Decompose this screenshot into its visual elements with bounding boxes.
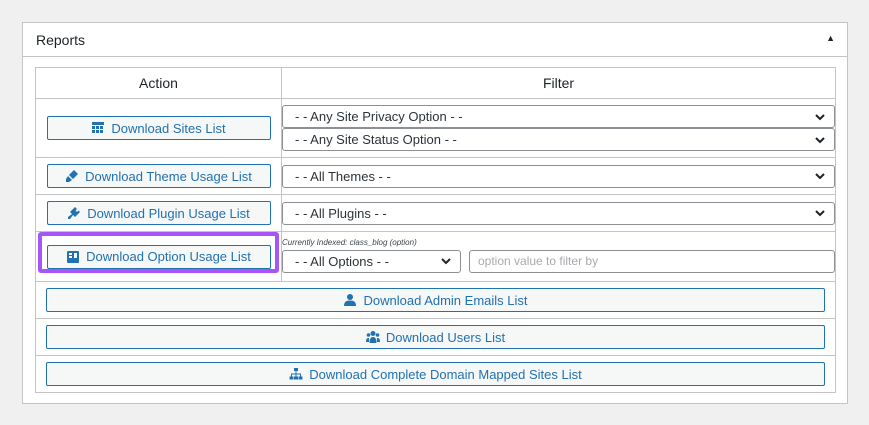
download-sites-list-button[interactable]: Download Sites List xyxy=(46,116,271,140)
reports-panel: Reports ▲ Action Filter Download Sites L… xyxy=(22,22,848,404)
currently-indexed-note: Currently Indexed: class_blog (option) xyxy=(282,237,417,247)
site-privacy-select-value: - - Any Site Privacy Option - - xyxy=(295,109,463,124)
paint-brush-icon xyxy=(65,169,79,183)
options-select[interactable]: - - All Options - - xyxy=(282,249,461,273)
site-privacy-select[interactable]: - - Any Site Privacy Option - - xyxy=(282,105,835,128)
option-list-icon xyxy=(66,250,80,264)
options-select-value: - - All Options - - xyxy=(295,253,389,269)
table-row: Download Plugin Usage List - - All Plugi… xyxy=(35,194,836,232)
chevron-down-icon xyxy=(814,170,826,182)
download-users-list-button[interactable]: Download Users List xyxy=(46,325,825,349)
download-admin-emails-button[interactable]: Download Admin Emails List xyxy=(46,288,825,312)
plugin-icon xyxy=(67,206,81,220)
download-plugin-usage-label: Download Plugin Usage List xyxy=(87,205,250,221)
panel-header: Reports ▲ xyxy=(23,23,847,57)
plugins-select[interactable]: - - All Plugins - - xyxy=(282,201,835,225)
table-row: Download Theme Usage List - - All Themes… xyxy=(35,157,836,195)
download-theme-usage-button[interactable]: Download Theme Usage List xyxy=(46,164,271,188)
chevron-down-icon xyxy=(814,111,826,123)
download-plugin-usage-button[interactable]: Download Plugin Usage List xyxy=(46,201,271,225)
table-row: Download Complete Domain Mapped Sites Li… xyxy=(35,355,836,393)
themes-select-value: - - All Themes - - xyxy=(295,168,391,184)
download-admin-emails-label: Download Admin Emails List xyxy=(363,292,528,308)
table-row: Download Option Usage List Currently Ind… xyxy=(35,231,836,282)
admin-user-icon xyxy=(343,293,357,307)
download-sites-list-label: Download Sites List xyxy=(111,120,226,136)
download-domain-mapped-sites-label: Download Complete Domain Mapped Sites Li… xyxy=(309,366,582,382)
download-option-usage-label: Download Option Usage List xyxy=(86,249,251,264)
site-status-select-value: - - Any Site Status Option - - xyxy=(295,132,457,147)
download-option-usage-button[interactable]: Download Option Usage List xyxy=(46,244,271,269)
plugins-select-value: - - All Plugins - - xyxy=(295,205,387,221)
panel-title: Reports xyxy=(36,31,86,48)
users-group-icon xyxy=(365,330,380,344)
download-domain-mapped-sites-button[interactable]: Download Complete Domain Mapped Sites Li… xyxy=(46,362,825,386)
table-row: Download Users List xyxy=(35,318,836,356)
filter-column-header: Filter xyxy=(281,67,836,99)
themes-select[interactable]: - - All Themes - - xyxy=(282,164,835,188)
site-status-select[interactable]: - - Any Site Status Option - - xyxy=(282,128,835,151)
sitemap-icon xyxy=(289,367,303,381)
chevron-down-icon xyxy=(440,255,452,267)
table-row: Download Sites List - - Any Site Privacy… xyxy=(35,98,836,158)
chevron-down-icon xyxy=(814,134,826,146)
download-users-list-label: Download Users List xyxy=(385,329,506,345)
collapse-toggle-icon[interactable]: ▲ xyxy=(826,33,835,43)
reports-table: Action Filter Download Sites List - - An… xyxy=(35,67,836,393)
table-grid-icon xyxy=(91,121,105,135)
option-value-input[interactable] xyxy=(469,249,835,273)
table-row: Download Admin Emails List xyxy=(35,281,836,319)
chevron-down-icon xyxy=(814,207,826,219)
download-theme-usage-label: Download Theme Usage List xyxy=(85,168,252,184)
action-column-header: Action xyxy=(35,67,282,99)
